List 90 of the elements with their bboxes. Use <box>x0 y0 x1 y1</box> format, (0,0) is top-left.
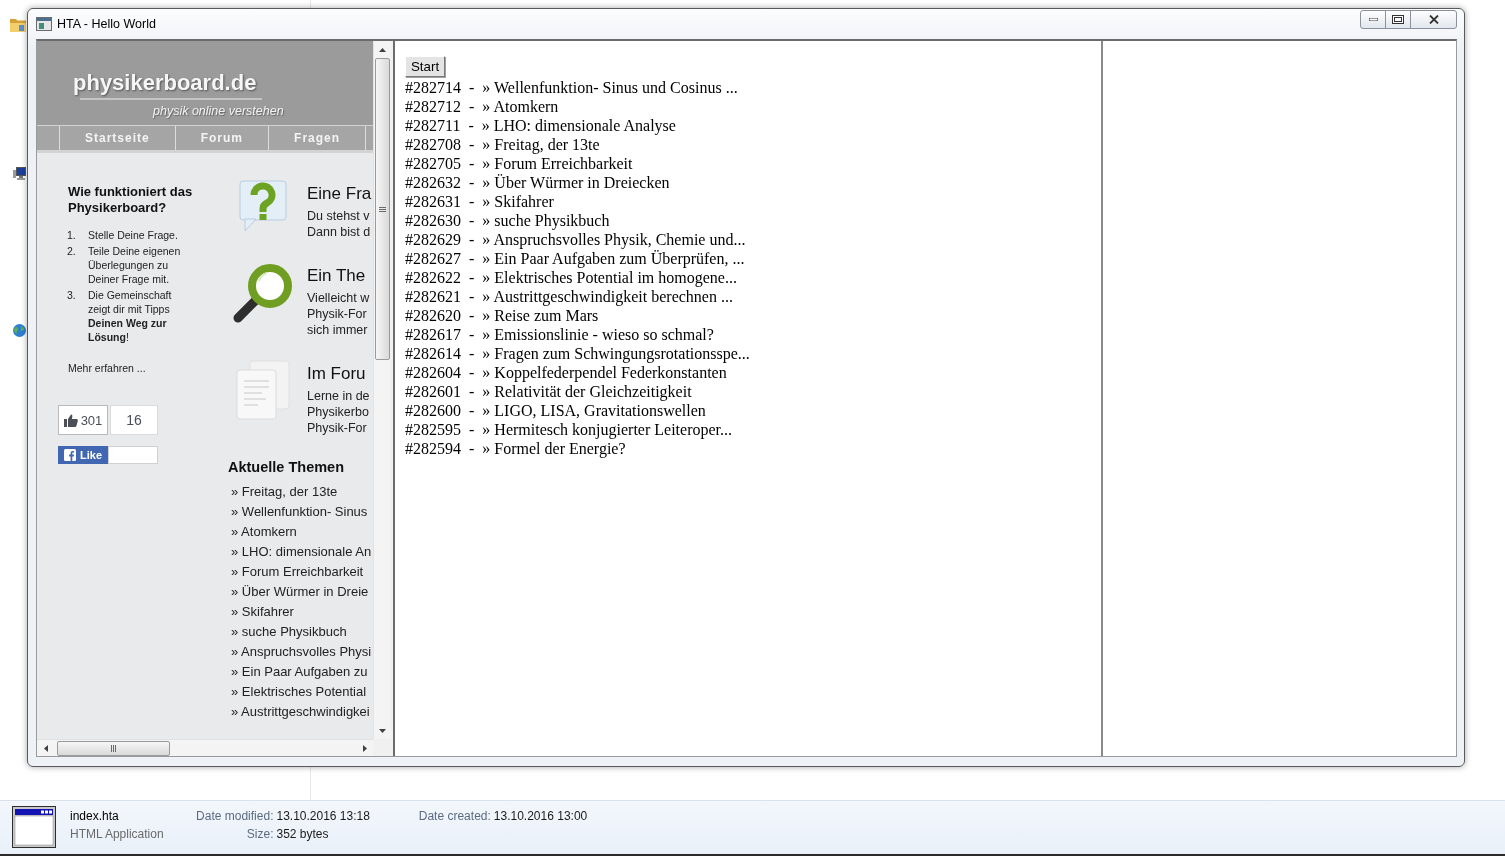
grip-icon <box>111 744 116 752</box>
maximize-button[interactable] <box>1385 10 1411 29</box>
scroll-down-icon[interactable] <box>378 728 386 733</box>
topic-line: #282621 - » Austrittgeschwindigkeit berechnen ... <box>405 287 733 306</box>
feature-title: Ein The <box>307 266 366 286</box>
folder-icon[interactable] <box>10 17 26 32</box>
minimize-icon <box>1368 18 1378 21</box>
scroll-left-icon[interactable] <box>43 744 48 752</box>
topic-line: #282601 - » Relativität der Gleichzeitigkeit <box>405 382 692 401</box>
topic-line: #282617 - » Emissionslinie - wieso so schmal? <box>405 325 714 344</box>
topic-link[interactable]: » suche Physikbuch <box>231 622 347 642</box>
detail-label: Date created: <box>418 808 491 825</box>
grip-icon <box>378 206 386 212</box>
topic-link[interactable]: » Über Würmer in Dreie <box>231 582 369 602</box>
documents-icon <box>235 360 291 420</box>
step-text: Teile Deine eigenen Überlegungen zu Deiner Frage mit. <box>88 244 182 286</box>
more-link[interactable]: Mehr erfahren ... <box>68 361 146 375</box>
intro-heading: Wie funktioniert das Physikerboard? <box>68 184 194 216</box>
topic-line: #282600 - » LIGO, LISA, Gravitationswellen <box>405 401 706 420</box>
share-count: 16 <box>110 405 158 435</box>
detail-value: 13.10.2016 13:18 <box>276 808 371 825</box>
detail-value: 13.10.2016 13:00 <box>493 808 589 825</box>
scroll-up-icon[interactable] <box>378 47 386 52</box>
topic-link[interactable]: » Austrittgeschwindigkei <box>231 702 370 722</box>
topic-link[interactable]: » Wellenfunktion- Sinus <box>231 502 368 522</box>
topic-line: #282711 - » LHO: dimensionale Analyse <box>405 116 676 135</box>
topic-link[interactable]: » LHO: dimensionale An <box>231 542 372 562</box>
topic-link[interactable]: » Ein Paar Aufgaben zu <box>231 662 368 682</box>
topic-line: #282604 - » Koppelfederpendel Federkonstanten <box>405 363 727 382</box>
topic-line: #282622 - » Elektrisches Potential im homogene... <box>405 268 737 287</box>
step-number: 1. <box>67 228 77 242</box>
scroll-right-icon[interactable] <box>362 744 367 752</box>
window-icon <box>36 17 52 31</box>
topic-link[interactable]: » Freitag, der 13te <box>231 482 338 502</box>
feature-title: Eine Fra <box>307 184 372 204</box>
feature-text: Du stehst v <box>307 208 370 224</box>
topic-link[interactable]: » Anspruchsvolles Physi <box>231 642 372 662</box>
topic-line: #282712 - » Atomkern <box>405 97 559 116</box>
thumbs-up-icon <box>63 413 78 427</box>
topic-line: #282595 - » Hermitesch konjugierter Leiteroper... <box>405 420 732 439</box>
maximize-icon <box>1392 15 1404 24</box>
topic-line: #282627 - » Ein Paar Aufgaben zum Überprüfen, ... <box>405 249 745 268</box>
question-bubble-icon <box>239 180 287 232</box>
feature-text: sich immer <box>307 322 368 338</box>
file-type: HTML Application <box>70 826 165 843</box>
feature-text: Lerne in de <box>307 388 370 404</box>
topic-link[interactable]: » Forum Erreichbarkeit <box>231 562 364 582</box>
like-count-bubble <box>108 446 158 464</box>
scrollbar-thumb[interactable] <box>374 58 390 360</box>
scrollbar-thumb[interactable] <box>57 740 170 756</box>
app-window-icon <box>12 806 56 848</box>
like-count-button[interactable]: 301 <box>58 405 108 435</box>
close-icon <box>1428 15 1439 24</box>
detail-label: Date modified: <box>196 808 274 825</box>
feature-title: Im Foru <box>307 364 366 384</box>
file-name: index.hta <box>70 808 120 825</box>
topic-line: #282630 - » suche Physikbuch <box>405 211 610 230</box>
topic-line: #282594 - » Formel der Energie? <box>405 439 626 458</box>
feature-text: Physik-For <box>307 420 367 436</box>
computer-icon[interactable] <box>13 167 26 180</box>
window-title: HTA - Hello World <box>57 17 156 31</box>
start-button[interactable]: Start <box>405 56 446 77</box>
topic-link[interactable]: » Atomkern <box>231 522 297 542</box>
feature-text: Physikerbo <box>307 404 369 420</box>
topic-line: #282714 - » Wellenfunktion- Sinus und Cosinus ... <box>405 78 738 97</box>
globe-icon[interactable] <box>13 324 26 337</box>
step-text: Die Gemeinschaft zeigt dir mit Tipps Deinen Weg zur Lösung! <box>88 288 173 344</box>
step-number: 2. <box>67 244 77 259</box>
magnifier-icon <box>232 262 294 324</box>
feature-text: Physik-For <box>307 306 367 322</box>
detail-value: 352 bytes <box>276 826 330 843</box>
topic-line: #282708 - » Freitag, der 13te <box>405 135 600 154</box>
feature-text: Dann bist d <box>307 224 371 240</box>
step-text: Stelle Deine Frage. <box>88 228 179 242</box>
close-button[interactable] <box>1410 10 1457 29</box>
topic-link[interactable]: » Elektrisches Potential <box>231 682 367 702</box>
detail-label: Size: <box>246 826 274 843</box>
topic-line: #282631 - » Skifahrer <box>405 192 554 211</box>
topic-link[interactable]: » Skifahrer <box>231 602 294 622</box>
step-number: 3. <box>67 288 77 303</box>
topics-heading: Aktuelle Themen <box>228 458 346 476</box>
like-button[interactable]: Like <box>58 446 108 464</box>
site-tagline: physik online verstehen <box>153 103 284 119</box>
topic-line: #282705 - » Forum Erreichbarkeit <box>405 154 633 173</box>
feature-text: Vielleicht w <box>307 290 370 306</box>
f-square-icon <box>64 449 76 461</box>
topic-line: #282632 - » Über Würmer in Dreiecken <box>405 173 670 192</box>
topic-line: #282620 - » Reise zum Mars <box>405 306 599 325</box>
topic-line: #282629 - » Anspruchsvolles Physik, Chemie und... <box>405 230 746 249</box>
topic-line: #282614 - » Fragen zum Schwingungsrotationsspe... <box>405 344 750 363</box>
